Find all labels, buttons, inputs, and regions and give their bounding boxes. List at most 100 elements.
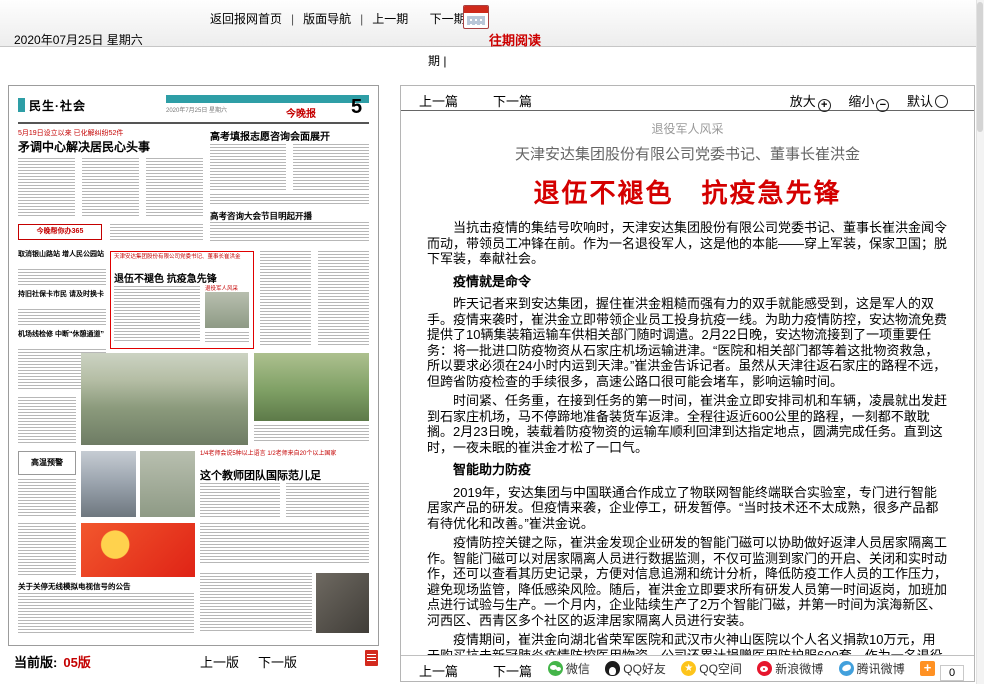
thumb-article-notice[interactable]: 关于关停无线模拟电视信号的公告 — [18, 581, 194, 636]
text-lines-placeholder — [210, 222, 369, 242]
thumb-article-selected[interactable]: 天津安达集团股份有限公司党委书记、董事长崔洪金 退伍不褪色 抗疫急先锋 退役军人… — [110, 251, 254, 349]
thumb-photo-person — [316, 573, 369, 633]
article-body: 当抗击疫情的集结号吹响时，天津安达集团股份有限公司党委书记、董事长崔洪金闻令而动… — [427, 220, 948, 655]
article-paragraph: 疫情防控关键之际，崔洪金发现企业研发的智能门磁可以协助做好返津人员居家隔离工作。… — [427, 535, 948, 628]
thumb-photo — [205, 292, 249, 328]
thumb-ad-banner — [81, 523, 195, 577]
text-lines-placeholder — [200, 483, 280, 517]
nav-separator: | — [291, 12, 294, 26]
newspaper-page-thumbnail: 民生·社会 2020年7月25日 星期六 今晚报 5 5月19日设立以来 已化解… — [18, 95, 369, 636]
tencent-weibo-icon — [839, 661, 854, 676]
share-wechat-label: 微信 — [566, 662, 590, 676]
text-lines-placeholder — [18, 593, 194, 633]
share-qq-label: QQ好友 — [623, 662, 666, 676]
thumb-article-title: 持旧社保卡市民 请及时换卡 — [18, 291, 106, 299]
top-bar: 返回报网首页|版面导航|上一期 下一期 2020年07月25日 星期六 往期阅读 — [0, 0, 984, 47]
share-sina-weibo-button[interactable]: 新浪微博 — [757, 662, 823, 676]
article-section-heading: 智能助力防疫 — [427, 462, 948, 478]
thumb-article-title: 矛调中心解决居民心头事 — [18, 138, 150, 155]
thumb-article-title: 高考填报志愿咨询会面展开 — [210, 128, 330, 143]
masthead-rule — [18, 122, 369, 124]
share-more-button[interactable] — [920, 662, 938, 676]
share-qzone-label: QQ空间 — [699, 662, 742, 676]
nav-separator — [417, 12, 420, 26]
nav-layout-link[interactable]: 版面导航 — [303, 12, 351, 26]
nav-home-link[interactable]: 返回报网首页 — [210, 12, 282, 26]
share-count[interactable]: 0 — [940, 665, 964, 681]
article-title: 退伍不褪色 抗疫急先锋 — [427, 173, 948, 210]
nav-prev-issue-link[interactable]: 上一期 — [372, 12, 408, 26]
qzone-icon — [681, 661, 696, 676]
article-paragraph: 时间紧、任务重，在接到任务的第一时间，崔洪金立即安排司机和车辆，凌晨就出发赶到石… — [427, 393, 948, 455]
next-article-link[interactable]: 下一篇 — [493, 91, 532, 110]
thumb-article-kicker: 1/4老师会说5种以上语言 1/2老师来自20个以上国家 — [200, 451, 369, 458]
zoom-controls: 放大+ 缩小− 默认 — [776, 91, 948, 112]
text-lines-placeholder — [260, 251, 311, 347]
text-lines-placeholder — [114, 286, 200, 342]
zoom-default-label: 默认 — [907, 94, 933, 109]
article-section-heading: 疫情就是命令 — [427, 274, 948, 290]
text-lines-placeholder — [18, 269, 106, 287]
past-issues-link[interactable]: 往期阅读 — [489, 30, 541, 49]
text-lines-placeholder — [286, 483, 369, 517]
thumb-photo-caption: 退役军人风采 — [205, 284, 238, 292]
article-content: 退役军人风采 天津安达集团股份有限公司党委书记、董事长崔洪金 退伍不褪色 抗疫急… — [401, 112, 974, 655]
text-lines-placeholder — [146, 158, 203, 218]
wechat-icon — [548, 661, 563, 676]
page-scrollbar-thumb[interactable] — [977, 2, 983, 132]
article-paragraph: 疫情期间，崔洪金向湖北省荣军医院和武汉市火神山医院以个人名义捐款10万元，用于购… — [427, 632, 948, 655]
article-paragraph: 2019年，安达集团与中国联通合作成立了物联网智能终端联合实验室，专门进行智能居… — [427, 485, 948, 532]
prev-page-link[interactable]: 上一版 — [200, 652, 239, 671]
thumb-article-kicker: 5月19日设立以来 已化解纠纷52件 — [18, 128, 123, 138]
thumb-article-maodiao[interactable]: 5月19日设立以来 已化解纠纷52件 矛调中心解决居民心头事 今晚帮你办365 — [18, 128, 204, 244]
section-title: 民生·社会 — [29, 97, 86, 114]
text-lines-placeholder — [205, 332, 249, 342]
nav-separator: | — [360, 12, 363, 26]
thumb-photo-park — [254, 353, 369, 421]
masthead-dateline: 2020年7月25日 星期六 — [166, 105, 227, 114]
thumb-article-title: 取消银山路站 增人民公园站 — [18, 251, 106, 259]
text-lines-placeholder — [18, 523, 76, 577]
prev-article-link[interactable]: 上一篇 — [419, 91, 458, 110]
text-lines-placeholder — [18, 309, 106, 327]
thumb-article-gaokao[interactable]: 高考填报志愿咨询会面展开 高考咨询大会节目明起开播 — [210, 128, 369, 244]
issue-suffix-label: 期 | — [428, 52, 446, 69]
share-sina-weibo-label: 新浪微博 — [775, 662, 823, 676]
share-tencent-weibo-label: 腾讯微博 — [857, 662, 905, 676]
text-lines-placeholder — [254, 425, 369, 443]
zoom-in-button[interactable]: 放大+ — [790, 94, 831, 109]
prev-article-link-bottom[interactable]: 上一篇 — [419, 661, 458, 680]
share-wechat-button[interactable]: 微信 — [548, 662, 590, 676]
thumb-article-title: 这个教师团队国际范儿足 — [200, 467, 321, 483]
article-kicker: 退役军人风采 — [427, 120, 948, 137]
share-qq-button[interactable]: QQ好友 — [605, 662, 666, 676]
share-bar: 上一篇 下一篇 微信 QQ好友 QQ空间 新浪微博 腾讯微博 0 — [401, 655, 974, 681]
thumb-article-teacher[interactable]: 1/4老师会说5种以上语言 1/2老师来自20个以上国家 这个教师团队国际范儿足 — [200, 451, 369, 567]
section-mark — [18, 98, 25, 112]
epaper-reader-page: 返回报网首页|版面导航|上一期 下一期 2020年07月25日 星期六 往期阅读… — [0, 0, 984, 684]
pdf-icon[interactable] — [365, 650, 378, 666]
thumb-weather-badge: 高温预警 — [18, 451, 76, 475]
text-lines-placeholder — [82, 158, 139, 218]
next-article-link-bottom[interactable]: 下一篇 — [493, 661, 532, 680]
page-scrollbar[interactable] — [976, 0, 984, 684]
thumb-photo-street2 — [140, 451, 195, 517]
zoom-in-icon: + — [818, 99, 831, 112]
page-thumbnail-panel[interactable]: 民生·社会 2020年7月25日 星期六 今晚报 5 5月19日设立以来 已化解… — [8, 85, 379, 646]
zoom-out-button[interactable]: 缩小− — [848, 94, 889, 109]
article-subtitle: 天津安达集团股份有限公司党委书记、董事长崔洪金 — [427, 143, 948, 164]
current-page-label: 当前版:05版 — [14, 652, 91, 671]
text-lines-placeholder — [200, 523, 369, 565]
thumb-page-number: 5 — [351, 96, 362, 119]
thumb-article-kicker: 天津安达集团股份有限公司党委书记、董事长崔洪金 — [114, 254, 248, 261]
calendar-icon[interactable] — [463, 5, 489, 29]
thumb-photo-crowd — [81, 451, 136, 517]
text-lines-placeholder — [18, 158, 75, 218]
article-paragraph: 昨天记者来到安达集团，握住崔洪金粗糙而强有力的双手就能感受到，这是军人的双手。疫… — [427, 296, 948, 389]
share-tencent-weibo-button[interactable]: 腾讯微博 — [839, 662, 905, 676]
next-page-link[interactable]: 下一版 — [258, 652, 297, 671]
share-qzone-button[interactable]: QQ空间 — [681, 662, 742, 676]
nav-next-issue-link[interactable]: 下一期 — [430, 12, 466, 26]
text-lines-placeholder — [18, 397, 76, 443]
zoom-default-button[interactable]: 默认 — [907, 94, 948, 109]
